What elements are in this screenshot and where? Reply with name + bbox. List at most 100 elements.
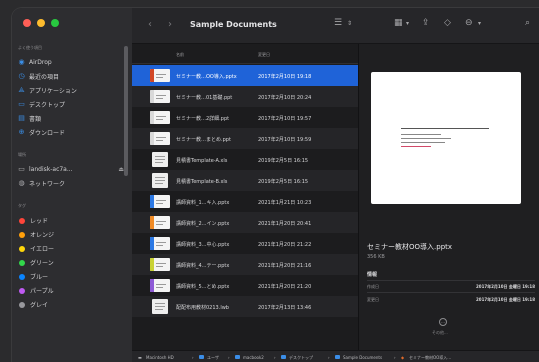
action-more-icon[interactable]: ⊖ <box>465 19 473 28</box>
sidebar-item-nas[interactable]: ▭ landisk-ac7a... ⏏ <box>18 163 124 176</box>
sidebar-tag-gray[interactable]: グレイ <box>18 298 124 311</box>
file-date: 2017年2月10日 19:57 <box>258 116 312 122</box>
file-date: 2017年2月10日 20:24 <box>258 95 312 101</box>
back-chevron-icon[interactable]: ‹ <box>148 19 152 30</box>
sidebar-item-documents[interactable]: ▤ 書類 <box>18 112 124 125</box>
pptx-file-small-icon: ◆ <box>401 355 405 360</box>
sidebar-item-label: グレイ <box>30 302 49 309</box>
folder-icon <box>281 355 286 360</box>
pptx-file-icon <box>150 69 170 82</box>
document-file-icon <box>152 152 168 167</box>
list-view-icon[interactable]: ☰ <box>334 19 342 28</box>
share-icon[interactable]: ⇪ <box>422 19 430 28</box>
file-row[interactable]: 講師資料_4...テー.pptx 2021年1月20日 21:16 <box>132 254 358 275</box>
file-name: 講師資料_2...イン.pptx <box>176 221 230 227</box>
action-chevron-down-icon[interactable]: ▾ <box>478 21 481 27</box>
main-area: ‹ › Sample Documents ☰ ⇕ ▦ ▾ ⇪ ◇ ⊖ ▾ ⌕ 名… <box>132 8 539 362</box>
purple-tag-dot-icon <box>19 287 25 294</box>
path-segment[interactable]: Macintosh HD <box>146 355 174 360</box>
path-separator: › <box>228 355 230 360</box>
sidebar-item-label: 最近の項目 <box>29 74 60 81</box>
sidebar-item-label: イエロー <box>30 246 54 253</box>
file-row-selected[interactable]: セミナー教…OO導入.pptx 2017年2月10日 19:18 <box>132 65 358 86</box>
group-view-icon[interactable]: ▦ <box>394 19 403 28</box>
sidebar-tag-green[interactable]: グリーン <box>18 256 124 269</box>
pptx-file-icon <box>150 258 170 271</box>
file-date: 2019年2月5日 16:15 <box>258 179 309 185</box>
pptx-file-icon <box>150 216 170 229</box>
sidebar-item-label: ダウンロード <box>29 130 66 137</box>
document-icon: ▤ <box>18 114 25 122</box>
more-icon[interactable]: … <box>439 318 447 326</box>
path-segment[interactable]: デスクトップ <box>289 355 313 361</box>
eject-icon[interactable]: ⏏ <box>118 166 124 173</box>
favorites-header: よく使う項目 <box>18 45 42 50</box>
preview-info-header: 情報 <box>367 272 378 278</box>
sidebar-tag-purple[interactable]: パープル <box>18 284 124 297</box>
forward-chevron-icon[interactable]: › <box>168 19 172 30</box>
group-chevron-down-icon[interactable]: ▾ <box>406 21 409 27</box>
sort-chevron-icon[interactable]: ⇕ <box>347 21 352 27</box>
sidebar-item-label: グリーン <box>30 260 54 267</box>
sidebar-item-network[interactable]: ◍ ネットワーク <box>18 177 124 190</box>
sidebar-item-label: オレンジ <box>30 232 55 239</box>
clock-icon: ◷ <box>18 72 25 80</box>
divider <box>367 292 535 293</box>
slide-preview-thumbnail <box>371 72 521 204</box>
column-header-modified[interactable]: 変更日 <box>258 52 270 58</box>
file-row[interactable]: セミナー教…01基礎.ppt 2017年2月10日 20:24 <box>132 86 358 107</box>
desktop-icon: ▭ <box>18 100 25 108</box>
sidebar-item-desktop[interactable]: ▭ デスクトップ <box>18 98 124 111</box>
file-row[interactable]: 講師資料_2...イン.pptx 2021年1月20日 20:41 <box>132 212 358 233</box>
file-row[interactable]: 配配布用教材0213.lwb 2017年2月13日 13:46 <box>132 296 358 317</box>
sidebar-scrollbar[interactable] <box>124 46 128 176</box>
sidebar-tag-orange[interactable]: オレンジ <box>18 228 124 241</box>
sidebar-tag-yellow[interactable]: イエロー <box>18 242 124 255</box>
file-row[interactable]: セミナー教…2詳細.ppt 2017年2月10日 19:57 <box>132 107 358 128</box>
folder-icon <box>335 355 340 360</box>
close-window-button[interactable] <box>23 19 31 27</box>
zoom-window-button[interactable] <box>51 19 59 27</box>
tag-icon[interactable]: ◇ <box>444 19 451 28</box>
blue-tag-dot-icon <box>19 273 25 280</box>
file-name: セミナー教…01基礎.ppt <box>176 95 233 101</box>
preview-created-row: 作成日 2017年2月10日 金曜日 19:18 <box>367 284 535 290</box>
applications-icon: ⟁ <box>18 86 25 94</box>
sidebar-item-label: デスクトップ <box>29 102 66 109</box>
hard-drive-icon: ▬ <box>138 355 142 360</box>
preview-pane: セミナー教材OO導入.pptx 356 KB 情報 作成日 2017年2月10日… <box>359 44 539 362</box>
path-separator: › <box>328 355 330 360</box>
preview-modified-row: 変更日 2017年2月10日 金曜日 19:18 <box>367 297 535 303</box>
more-button[interactable]: その他... <box>432 330 448 336</box>
path-segment[interactable]: ユーザ <box>207 355 219 361</box>
path-segment[interactable]: セミナー教材OO導入... <box>409 355 451 361</box>
path-segment[interactable]: macbook2 <box>243 355 264 360</box>
file-row[interactable]: 見積書Template-A.xls 2019年2月5日 16:15 <box>132 149 358 170</box>
file-row[interactable]: 講師資料_5...とめ.pptx 2021年1月20日 21:20 <box>132 275 358 296</box>
yellow-tag-dot-icon <box>19 245 25 252</box>
pptx-file-icon <box>150 237 170 250</box>
file-row[interactable]: 講師資料_1...キ入.pptx 2021年1月21日 10:23 <box>132 191 358 212</box>
sidebar-item-recents[interactable]: ◷ 最近の項目 <box>18 70 124 83</box>
file-name: 見積書Template-A.xls <box>176 158 228 164</box>
file-name: 講師資料_1...キ入.pptx <box>176 200 230 206</box>
file-row[interactable]: 講師資料_3...中心.pptx 2021年1月20日 21:22 <box>132 233 358 254</box>
sidebar-tag-red[interactable]: レッド <box>18 214 124 227</box>
toolbar: ‹ › Sample Documents ☰ ⇕ ▦ ▾ ⇪ ◇ ⊖ ▾ ⌕ <box>132 8 539 44</box>
path-segment[interactable]: Sample Documents <box>343 355 382 360</box>
sidebar-item-applications[interactable]: ⟁ アプリケーション <box>18 84 124 97</box>
file-row[interactable]: 見積書Template-B.xls 2019年2月5日 16:15 <box>132 170 358 191</box>
search-icon[interactable]: ⌕ <box>525 19 530 28</box>
file-name: 配配布用教材0213.lwb <box>176 305 229 311</box>
path-separator: › <box>394 355 396 360</box>
sidebar-tag-blue[interactable]: ブルー <box>18 270 124 283</box>
file-date: 2017年2月13日 13:46 <box>258 305 312 311</box>
column-header-name[interactable]: 名前 <box>176 52 184 58</box>
minimize-window-button[interactable] <box>37 19 45 27</box>
preview-file-size: 356 KB <box>367 254 385 260</box>
computer-icon: ▭ <box>18 165 25 173</box>
window-title: Sample Documents <box>190 20 277 29</box>
file-row[interactable]: セミナー教…まとめ.ppt 2017年2月10日 19:59 <box>132 128 358 149</box>
sidebar-item-downloads[interactable]: ⊕ ダウンロード <box>18 126 124 139</box>
sidebar-item-airdrop[interactable]: ◉ AirDrop <box>18 56 124 69</box>
